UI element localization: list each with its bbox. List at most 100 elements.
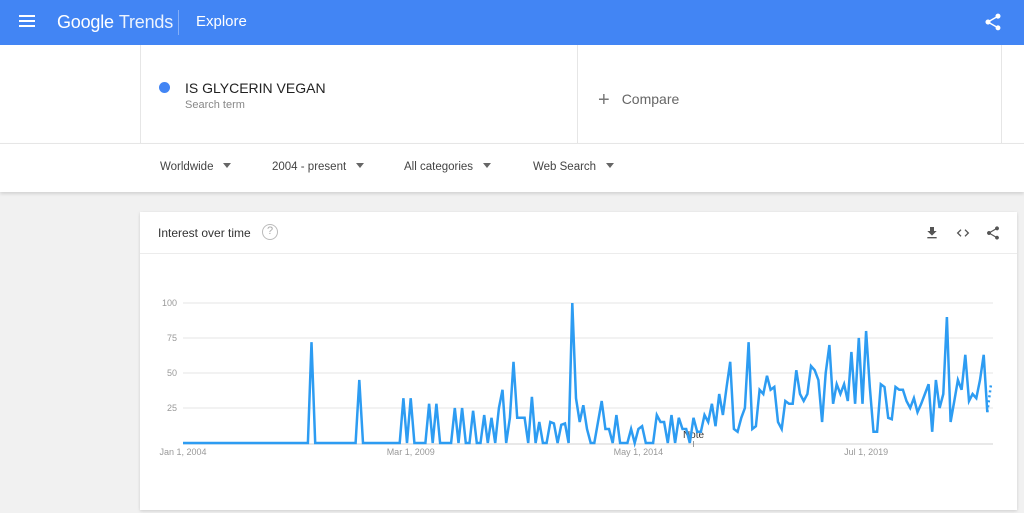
data-point [706, 420, 710, 424]
data-point [339, 441, 343, 445]
data-point [838, 392, 842, 396]
data-point [923, 392, 927, 396]
data-point [490, 416, 494, 420]
logo-google: Google [57, 12, 114, 32]
data-point [276, 441, 280, 445]
search-term-card[interactable]: IS GLYCERIN VEGAN Search term [140, 45, 578, 143]
data-point [669, 413, 673, 417]
data-point [427, 402, 431, 406]
data-point [354, 441, 358, 445]
interest-line-chart[interactable]: 25 50 75 100 Jan 1, 2004 Mar 1, 2009 May 1, 20… [140, 212, 1017, 510]
data-point [434, 402, 438, 406]
data-point [894, 385, 898, 389]
data-point [611, 441, 615, 445]
y-tick-label: 50 [167, 368, 177, 378]
data-point [879, 382, 883, 386]
data-point [295, 441, 299, 445]
data-point [747, 340, 751, 344]
data-point [467, 441, 471, 445]
data-point [401, 396, 405, 400]
data-point [960, 388, 964, 392]
filter-search-type[interactable]: Web Search [533, 161, 615, 173]
data-point [284, 441, 288, 445]
data-point [791, 402, 795, 406]
data-point [310, 340, 314, 344]
data-point [251, 441, 255, 445]
data-point [592, 441, 596, 445]
data-point [262, 441, 266, 445]
data-point [941, 392, 945, 396]
data-point [930, 430, 934, 434]
data-point [556, 441, 560, 445]
data-point [622, 441, 626, 445]
data-point [376, 441, 380, 445]
y-tick-label: 100 [162, 298, 177, 308]
data-point [860, 402, 864, 406]
data-point [299, 441, 303, 445]
data-point [269, 441, 273, 445]
data-point [372, 441, 376, 445]
data-point [548, 420, 552, 424]
search-terms-panel: IS GLYCERIN VEGAN Search term + Compare [0, 45, 1024, 143]
data-point [728, 360, 732, 364]
filter-bar: Worldwide 2004 - present All categories … [0, 143, 1024, 192]
filter-category[interactable]: All categories [404, 161, 492, 173]
y-tick-label: 25 [167, 403, 177, 413]
data-point [647, 441, 651, 445]
data-point [445, 441, 449, 445]
data-point [864, 329, 868, 333]
data-point [515, 416, 519, 420]
logo-trends: Trends [118, 12, 173, 32]
data-point [743, 406, 747, 410]
menu-icon[interactable] [19, 15, 35, 29]
data-point [750, 427, 754, 431]
data-point [824, 371, 828, 375]
data-point [394, 441, 398, 445]
google-trends-logo[interactable]: Google Trends [57, 12, 173, 33]
share-icon[interactable] [983, 12, 1003, 32]
data-point [868, 385, 872, 389]
data-point [945, 315, 949, 319]
data-point [901, 388, 905, 392]
data-point [835, 382, 839, 386]
data-point [247, 441, 251, 445]
data-point [761, 392, 765, 396]
data-point [563, 421, 567, 425]
x-tick-label: Jul 1, 2019 [844, 447, 888, 457]
filter-region[interactable]: Worldwide [160, 161, 232, 173]
data-point [908, 406, 912, 410]
data-point [629, 427, 633, 431]
plus-icon: + [598, 89, 610, 111]
data-point [482, 413, 486, 417]
data-point [813, 368, 817, 372]
data-point [633, 441, 637, 445]
data-point [412, 441, 416, 445]
compare-button[interactable]: + Compare [598, 89, 679, 112]
data-point [842, 382, 846, 386]
filter-time-range[interactable]: 2004 - present [272, 161, 365, 173]
data-point [974, 396, 978, 400]
data-point [335, 441, 339, 445]
data-point [662, 420, 666, 424]
data-point [229, 441, 233, 445]
data-point [938, 406, 942, 410]
data-point [405, 441, 409, 445]
data-point [905, 399, 909, 403]
data-point [934, 378, 938, 382]
data-point [534, 441, 538, 445]
x-tick-label: Mar 1, 2009 [387, 447, 435, 457]
data-point [185, 441, 189, 445]
data-point [431, 441, 435, 445]
data-point [449, 441, 453, 445]
data-point [853, 402, 857, 406]
search-term-name[interactable]: IS GLYCERIN VEGAN [185, 80, 326, 96]
data-point [243, 441, 247, 445]
filter-time-label: 2004 - present [272, 161, 347, 173]
data-point [258, 441, 262, 445]
data-point [188, 441, 192, 445]
data-point [328, 441, 332, 445]
data-point [651, 441, 655, 445]
top-app-bar: Google Trends Explore [0, 0, 1024, 45]
data-point [849, 350, 853, 354]
dropdown-caret-icon [606, 163, 615, 168]
